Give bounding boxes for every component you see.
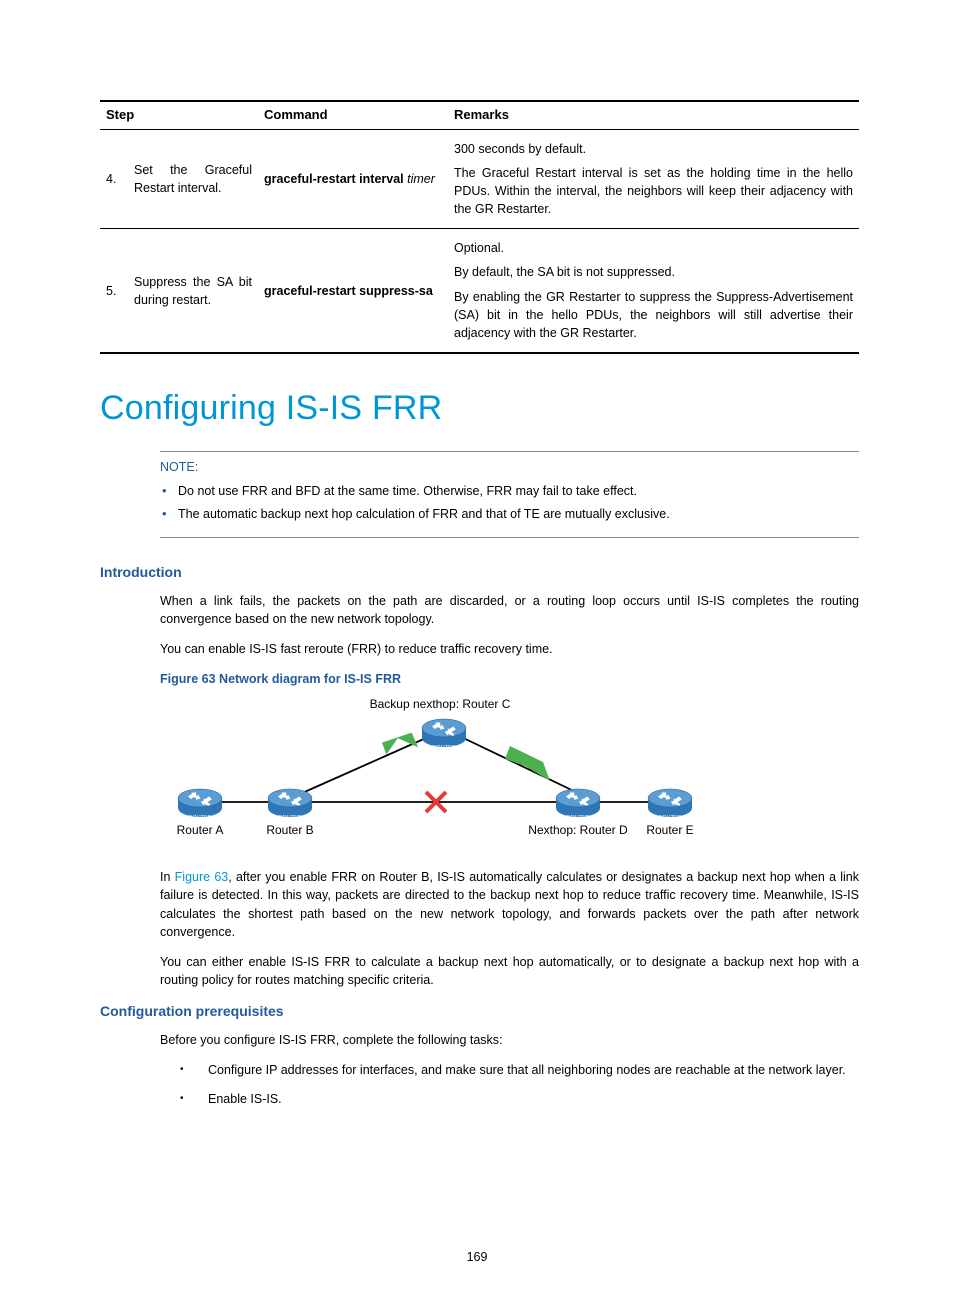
router-b-label: Router B	[266, 823, 313, 837]
router-b-icon	[268, 789, 312, 821]
router-a-icon	[178, 789, 222, 821]
note-item: The automatic backup next hop calculatio…	[178, 505, 859, 523]
remark-line: Optional.	[454, 239, 853, 257]
table-row: 4. Set the Graceful Restart interval. gr…	[100, 129, 859, 229]
text-rest: , after you enable FRR on Router B, IS-I…	[160, 870, 859, 938]
section-heading-prereq: Configuration prerequisites	[100, 1001, 859, 1021]
command-cell: graceful-restart suppress-sa	[258, 229, 448, 353]
note-item: Do not use FRR and BFD at the same time.…	[178, 482, 859, 500]
arrow-to-backup-icon	[382, 733, 419, 755]
prereq-item: Configure IP addresses for interfaces, a…	[180, 1061, 859, 1079]
after-figure-paragraph: You can either enable IS-IS FRR to calcu…	[160, 953, 859, 989]
remark-line: The Graceful Restart interval is set as …	[454, 164, 853, 218]
step-desc: Suppress the SA bit during restart.	[128, 229, 258, 353]
backup-nexthop-label: Backup nexthop: Router C	[370, 697, 511, 711]
router-a-label: Router A	[177, 823, 224, 837]
step-number: 4.	[100, 129, 128, 229]
after-figure-paragraph: In Figure 63, after you enable FRR on Ro…	[160, 868, 859, 941]
note-label: NOTE:	[160, 458, 859, 476]
network-diagram: Backup nexthop: Router C ROUTER Router A…	[160, 694, 859, 850]
config-table: Step Command Remarks 4. Set the Graceful…	[100, 100, 859, 354]
figure-label: Figure 63 Network diagram for IS-IS FRR	[160, 670, 859, 688]
cmd-arg: timer	[407, 172, 435, 186]
intro-paragraph: You can enable IS-IS fast reroute (FRR) …	[160, 640, 859, 658]
arrow-to-nexthop-icon	[505, 746, 550, 781]
note-box: NOTE: Do not use FRR and BFD at the same…	[160, 451, 859, 537]
prereq-item: Enable IS-IS.	[180, 1090, 859, 1108]
cmd-bold: graceful-restart suppress-sa	[264, 284, 433, 298]
prereq-intro: Before you configure IS-IS FRR, complete…	[160, 1031, 859, 1049]
page-number: 169	[0, 1248, 954, 1266]
link-c-d	[455, 734, 580, 794]
text-prefix: In	[160, 870, 175, 884]
remark-line: By enabling the GR Restarter to suppress…	[454, 288, 853, 342]
table-row: 5. Suppress the SA bit during restart. g…	[100, 229, 859, 353]
router-c-icon	[422, 719, 466, 751]
th-remarks: Remarks	[448, 101, 859, 129]
remark-line: By default, the SA bit is not suppressed…	[454, 263, 853, 281]
figure-link[interactable]: Figure 63	[175, 870, 229, 884]
step-desc: Set the Graceful Restart interval.	[128, 129, 258, 229]
command-cell: graceful-restart interval timer	[258, 129, 448, 229]
cmd-bold: graceful-restart interval	[264, 172, 404, 186]
section-heading-introduction: Introduction	[100, 562, 859, 582]
router-d-icon	[556, 789, 600, 821]
remarks-cell: 300 seconds by default. The Graceful Res…	[448, 129, 859, 229]
th-command: Command	[258, 101, 448, 129]
router-e-label: Router E	[646, 823, 693, 837]
remarks-cell: Optional. By default, the SA bit is not …	[448, 229, 859, 353]
step-number: 5.	[100, 229, 128, 353]
router-e-icon	[648, 789, 692, 821]
remark-line: 300 seconds by default.	[454, 140, 853, 158]
th-step: Step	[100, 101, 258, 129]
intro-paragraph: When a link fails, the packets on the pa…	[160, 592, 859, 628]
router-d-label: Nexthop: Router D	[528, 823, 628, 837]
page-title: Configuring IS-IS FRR	[100, 384, 859, 433]
